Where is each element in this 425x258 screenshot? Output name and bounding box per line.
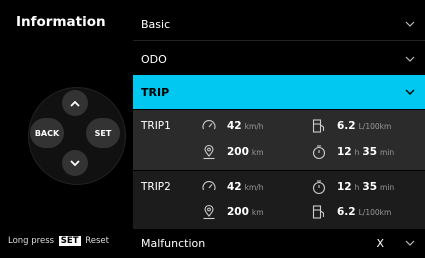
- trip1-fuel-value: 6.2: [337, 120, 356, 132]
- trip2-minutes-unit: min: [380, 182, 395, 192]
- stopwatch-icon: [311, 179, 327, 195]
- up-button[interactable]: [62, 90, 88, 116]
- trip2-speed-unit: km/h: [244, 182, 264, 192]
- chevron-down-icon: [405, 56, 415, 62]
- page-title: Information: [16, 14, 106, 30]
- trip2-avg-fuel: 6.2 L/100km: [311, 204, 391, 220]
- trip1-panel: TRIP1 42 km/h 6.2 L/100km 200 km 12 h 35…: [133, 110, 425, 170]
- back-button[interactable]: BACK: [30, 118, 64, 148]
- trip1-speed-unit: km/h: [244, 121, 264, 131]
- trip1-speed-value: 42: [227, 120, 242, 132]
- stopwatch-icon: [311, 144, 327, 160]
- trip2-panel: TRIP2 42 km/h 12 h 35 min 200 km 6.2 L/1…: [133, 171, 425, 229]
- menu-item-label: TRIP: [141, 85, 170, 99]
- trip1-time: 12 h 35 min: [311, 144, 394, 160]
- menu-item-basic[interactable]: Basic: [133, 8, 425, 41]
- set-button[interactable]: SET: [86, 118, 120, 148]
- info-menu: Basic ODO TRIP TRIP1 42 km/h 6.2 L/100km…: [133, 0, 425, 258]
- chevron-down-icon: [405, 240, 415, 246]
- trip2-minutes-value: 35: [362, 181, 378, 193]
- trip2-fuel-unit: L/100km: [358, 207, 392, 217]
- long-press-prefix: Long press: [8, 236, 55, 246]
- trip2-distance-value: 200: [227, 206, 249, 218]
- trip2-avg-speed: 42 km/h: [201, 179, 264, 195]
- malfunction-status: X: [376, 236, 384, 250]
- trip1-avg-speed: 42 km/h: [201, 118, 264, 134]
- direction-pad: BACK SET: [28, 84, 132, 185]
- trip1-distance-unit: km: [251, 147, 264, 157]
- control-panel: Information BACK SET Long press SET Rese…: [0, 0, 133, 258]
- trip1-hours-unit: h: [354, 147, 360, 157]
- long-press-hint: Long press SET Reset: [8, 236, 109, 246]
- menu-item-malfunction[interactable]: Malfunction X: [133, 230, 425, 256]
- menu-item-label: Basic: [141, 17, 171, 31]
- trip2-hours-unit: h: [354, 182, 360, 192]
- trip1-distance-value: 200: [227, 146, 249, 158]
- screen: Information BACK SET Long press SET Rese…: [0, 0, 425, 258]
- speedometer-icon: [201, 118, 217, 134]
- trip1-minutes-value: 35: [362, 146, 378, 158]
- trip1-hours-value: 12: [337, 146, 352, 158]
- trip2-hours-value: 12: [337, 181, 352, 193]
- fuel-pump-icon: [311, 204, 327, 220]
- trip1-name: TRIP1: [141, 120, 171, 132]
- trip1-minutes-unit: min: [380, 147, 395, 157]
- chevron-down-icon: [405, 21, 415, 27]
- trip1-avg-fuel: 6.2 L/100km: [311, 118, 391, 134]
- fuel-pump-icon: [311, 118, 327, 134]
- menu-item-trip[interactable]: TRIP: [133, 75, 425, 109]
- menu-item-label: ODO: [141, 52, 167, 66]
- menu-item-odo[interactable]: ODO: [133, 44, 425, 74]
- trip2-time: 12 h 35 min: [311, 179, 394, 195]
- speedometer-icon: [201, 179, 217, 195]
- location-pin-icon: [201, 144, 217, 160]
- trip2-speed-value: 42: [227, 181, 242, 193]
- down-button[interactable]: [62, 150, 88, 176]
- trip1-distance: 200 km: [201, 144, 264, 160]
- location-pin-icon: [201, 204, 217, 220]
- trip2-fuel-value: 6.2: [337, 206, 356, 218]
- long-press-suffix: Reset: [85, 236, 109, 246]
- trip1-fuel-unit: L/100km: [358, 121, 392, 131]
- chevron-up-icon: [70, 100, 80, 107]
- menu-item-label: Malfunction: [141, 236, 206, 250]
- chevron-down-icon: [405, 89, 415, 95]
- trip2-distance: 200 km: [201, 204, 264, 220]
- trip2-name: TRIP2: [141, 181, 171, 193]
- chevron-down-icon: [70, 159, 80, 166]
- trip2-distance-unit: km: [251, 207, 264, 217]
- set-chip: SET: [58, 236, 81, 246]
